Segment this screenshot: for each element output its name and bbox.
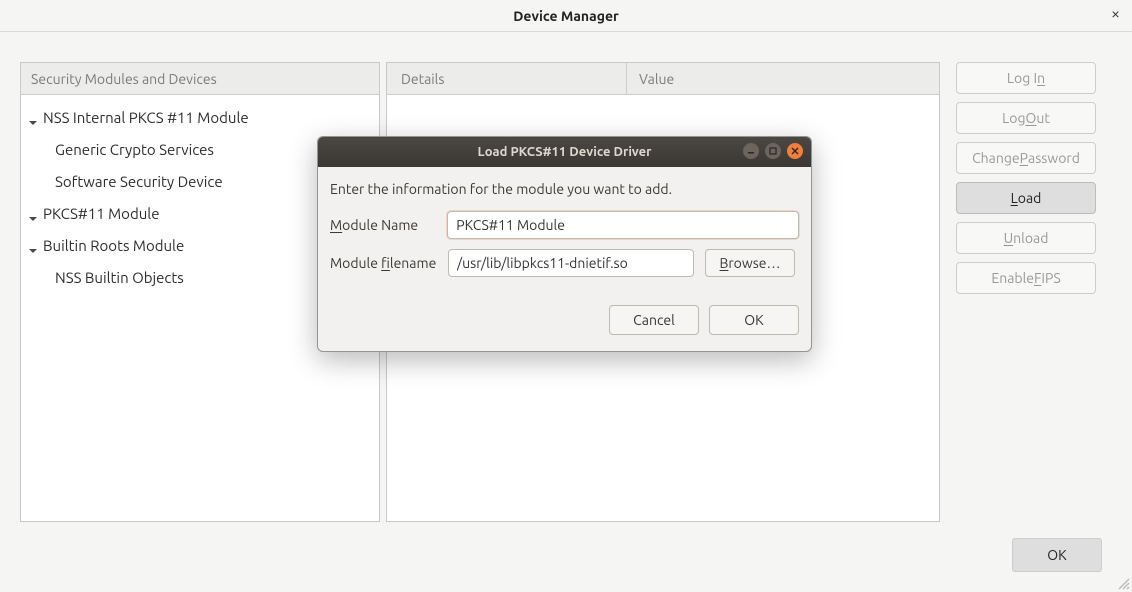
ok-button[interactable]: OK: [709, 305, 799, 335]
cancel-button[interactable]: Cancel: [609, 305, 699, 335]
modal-titlebar: Load PKCS#11 Device Driver: [318, 137, 811, 167]
tree-item-label: Builtin Roots Module: [43, 237, 184, 254]
tree-item-label: PKCS#11 Module: [43, 205, 160, 222]
browse-button[interactable]: Browse…: [705, 249, 795, 277]
tree-item-label: Generic Crypto Services: [55, 141, 214, 158]
chevron-down-icon: [29, 241, 37, 249]
module-name-input[interactable]: [447, 211, 799, 239]
resize-grip-icon[interactable]: [1116, 576, 1130, 590]
modal-window-controls: [743, 143, 803, 159]
tree-item-label: Software Security Device: [55, 173, 223, 190]
module-name-label: Module Name: [330, 217, 447, 233]
close-icon[interactable]: [787, 143, 803, 159]
window-titlebar: Device Manager ×: [0, 0, 1132, 32]
ok-button[interactable]: OK: [1012, 538, 1102, 572]
dialog-bottom-bar: OK: [20, 522, 1112, 572]
load-driver-dialog: Load PKCS#11 Device Driver Enter the inf…: [317, 136, 812, 352]
load-button[interactable]: Load: [956, 182, 1096, 214]
change-password-button[interactable]: Change Password: [956, 142, 1096, 174]
maximize-icon[interactable]: [765, 143, 781, 159]
tree-item-label: NSS Builtin Objects: [55, 269, 184, 286]
details-col-header: Details: [387, 63, 627, 94]
minimize-icon[interactable]: [743, 143, 759, 159]
window-close-button[interactable]: ×: [1111, 6, 1120, 22]
side-button-column: Log In Log Out Change Password Load Unlo…: [956, 62, 1096, 522]
tree-column-header: Security Modules and Devices: [21, 63, 379, 95]
module-filename-input[interactable]: [448, 249, 694, 277]
chevron-down-icon: [29, 209, 37, 217]
details-header: Details Value: [387, 63, 939, 95]
chevron-down-icon: [29, 113, 37, 121]
unload-button[interactable]: Unload: [956, 222, 1096, 254]
modal-message: Enter the information for the module you…: [330, 181, 799, 197]
tree-item-label: NSS Internal PKCS #11 Module: [43, 109, 249, 126]
window-title: Device Manager: [513, 8, 619, 24]
tree-row[interactable]: NSS Internal PKCS #11 Module: [21, 101, 379, 133]
login-button[interactable]: Log In: [956, 62, 1096, 94]
details-col-header: Value: [627, 71, 939, 87]
enable-fips-button[interactable]: Enable FIPS: [956, 262, 1096, 294]
logout-button[interactable]: Log Out: [956, 102, 1096, 134]
modal-title: Load PKCS#11 Device Driver: [478, 145, 652, 159]
module-filename-label: Module filename: [330, 255, 448, 271]
